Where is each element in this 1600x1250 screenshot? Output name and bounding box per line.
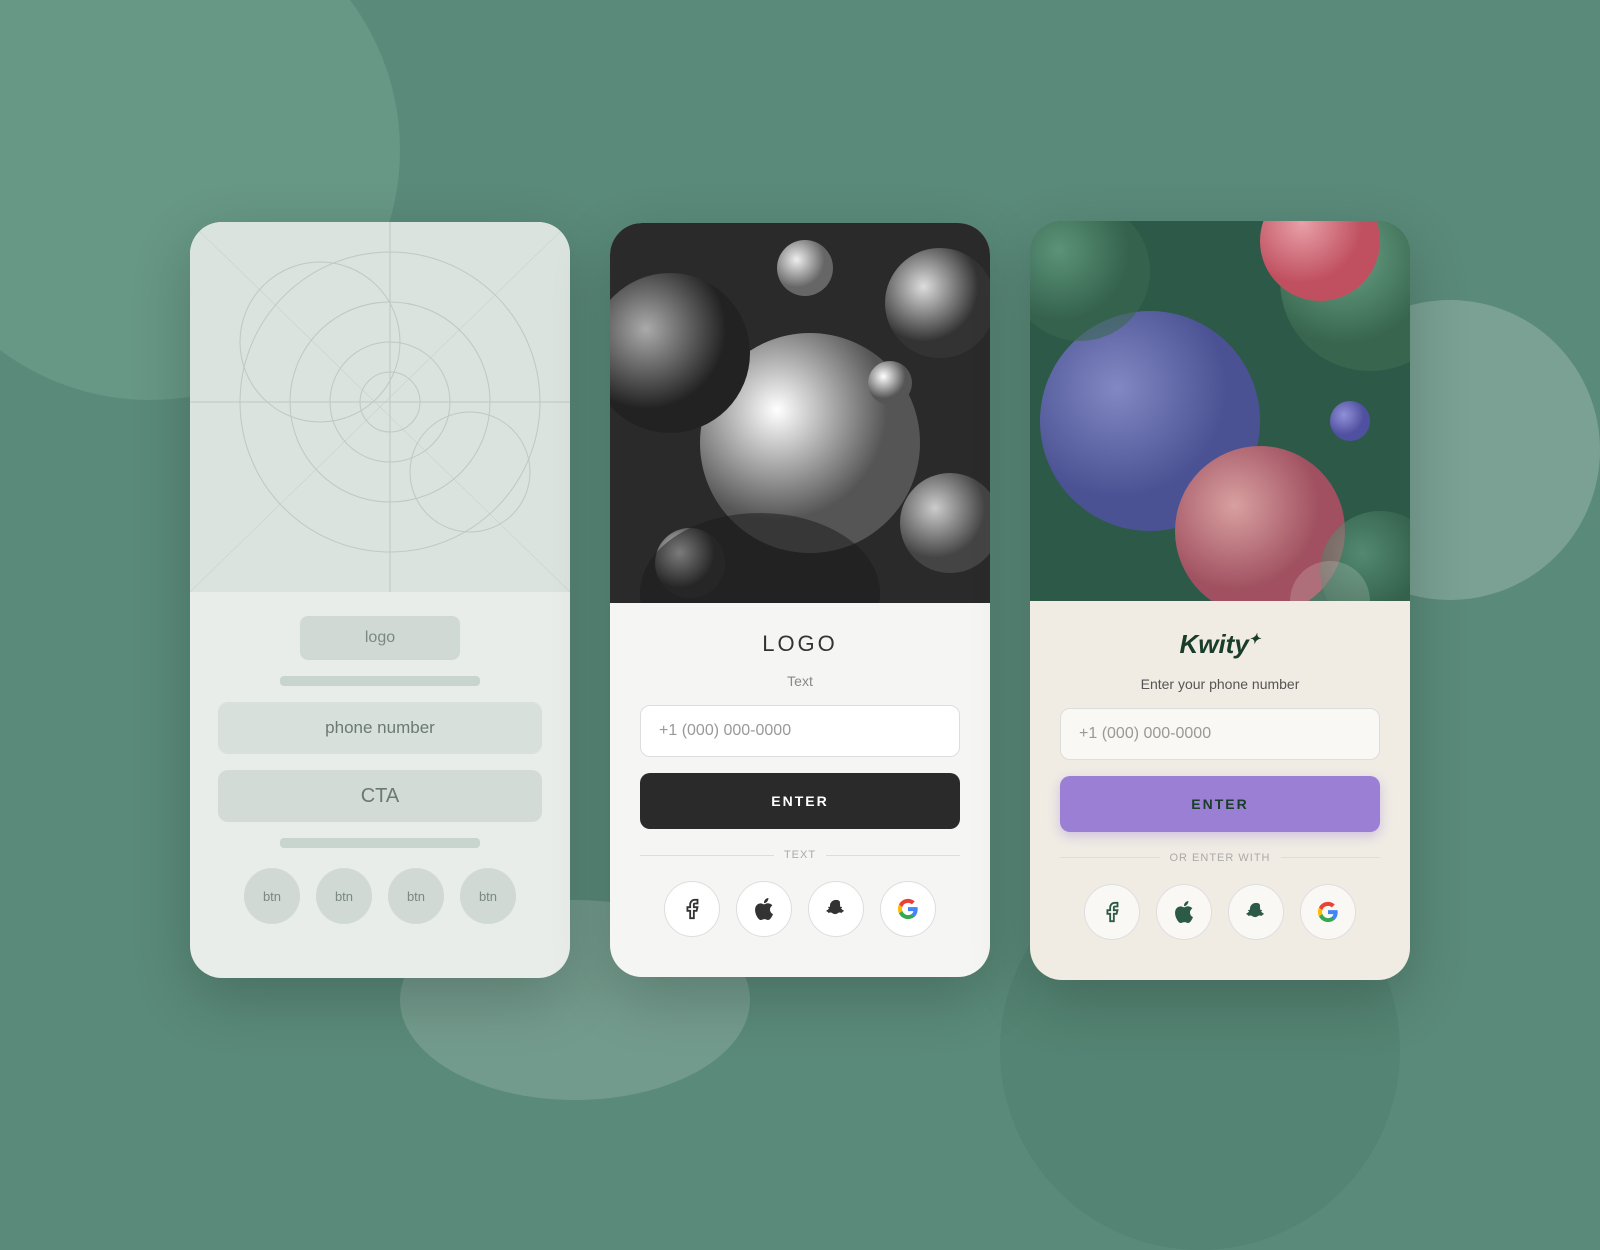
- wireframe-social-buttons: btn btn btn btn: [218, 868, 542, 924]
- color-google-button[interactable]: [1300, 884, 1356, 940]
- color-snapchat-button[interactable]: [1228, 884, 1284, 940]
- dark-text-label: Text: [640, 673, 960, 689]
- color-phone-placeholder: +1 (000) 000-0000: [1079, 725, 1211, 743]
- color-logo: Kwity✦: [1060, 629, 1380, 660]
- color-facebook-button[interactable]: [1084, 884, 1140, 940]
- color-social-icons: [1060, 884, 1380, 940]
- color-subtitle: Enter your phone number: [1060, 676, 1380, 692]
- wireframe-content: logo phone number CTA btn btn btn btn: [190, 592, 570, 948]
- dark-balls-svg: [610, 223, 990, 603]
- color-logo-suffix: ✦: [1249, 630, 1261, 646]
- dark-image-area: [610, 223, 990, 603]
- color-divider-text: OR ENTER WITH: [1170, 852, 1271, 864]
- dark-divider-right: [826, 855, 960, 856]
- color-enter-button[interactable]: ENTER: [1060, 776, 1380, 832]
- wireframe-btn-1[interactable]: btn: [244, 868, 300, 924]
- dark-phone-placeholder: +1 (000) 000-0000: [659, 722, 791, 740]
- wireframe-btn-2[interactable]: btn: [316, 868, 372, 924]
- wireframe-card: logo phone number CTA btn btn btn btn: [190, 222, 570, 978]
- wireframe-text-bar: [280, 676, 480, 686]
- color-divider-left: [1060, 857, 1160, 858]
- wireframe-btn-4[interactable]: btn: [460, 868, 516, 924]
- dark-google-button[interactable]: [880, 881, 936, 937]
- dark-social-icons: [640, 881, 960, 937]
- dark-phone-input[interactable]: +1 (000) 000-0000: [640, 705, 960, 757]
- dark-divider-text: TEXT: [784, 849, 816, 861]
- dark-snapchat-button[interactable]: [808, 881, 864, 937]
- dark-logo: LOGO: [640, 631, 960, 657]
- wireframe-svg: [190, 222, 570, 592]
- cards-container: logo phone number CTA btn btn btn btn: [190, 221, 1410, 980]
- dark-card: LOGO Text +1 (000) 000-0000 ENTER TEXT: [610, 223, 990, 977]
- color-card: Kwity✦ Enter your phone number +1 (000) …: [1030, 221, 1410, 980]
- dark-apple-button[interactable]: [736, 881, 792, 937]
- wireframe-logo: logo: [300, 616, 460, 660]
- dark-divider-left: [640, 855, 774, 856]
- wireframe-image-area: [190, 222, 570, 592]
- wireframe-btn-3[interactable]: btn: [388, 868, 444, 924]
- dark-enter-button[interactable]: ENTER: [640, 773, 960, 829]
- dark-divider-row: TEXT: [640, 849, 960, 861]
- color-balls-svg: [1030, 221, 1410, 601]
- color-divider-row: OR ENTER WITH: [1060, 852, 1380, 864]
- wireframe-phone-input[interactable]: phone number: [218, 702, 542, 754]
- color-image-area: [1030, 221, 1410, 601]
- color-logo-text: Kwity: [1179, 629, 1248, 659]
- color-phone-input[interactable]: +1 (000) 000-0000: [1060, 708, 1380, 760]
- dark-facebook-button[interactable]: [664, 881, 720, 937]
- color-divider-right: [1281, 857, 1381, 858]
- dark-content: LOGO Text +1 (000) 000-0000 ENTER TEXT: [610, 603, 990, 937]
- wireframe-divider: [280, 838, 480, 848]
- color-apple-button[interactable]: [1156, 884, 1212, 940]
- wireframe-cta-button[interactable]: CTA: [218, 770, 542, 822]
- color-content: Kwity✦ Enter your phone number +1 (000) …: [1030, 601, 1410, 940]
